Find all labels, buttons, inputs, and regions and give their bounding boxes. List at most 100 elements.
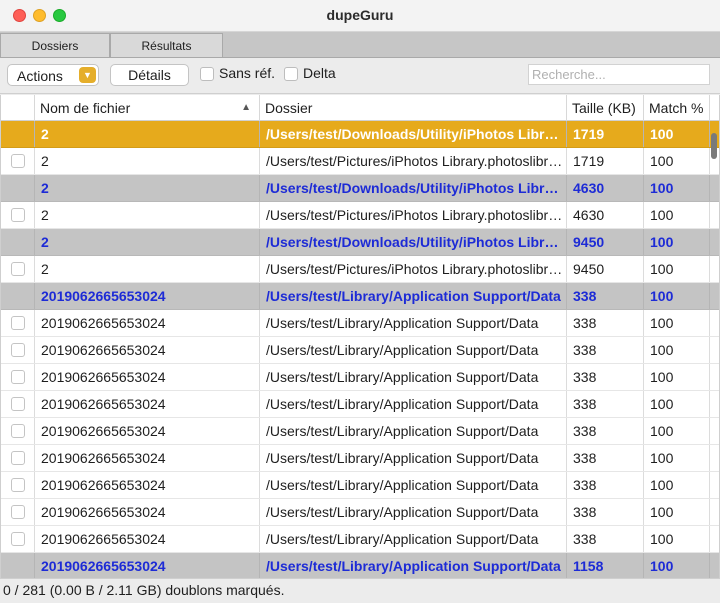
- table-row[interactable]: 2/Users/test/Pictures/iPhotos Library.ph…: [1, 202, 719, 229]
- row-checkbox-cell: [1, 445, 35, 471]
- row-checkbox[interactable]: [11, 424, 25, 438]
- table-header: Nom de fichier ▲ Dossier Taille (KB) Mat…: [1, 95, 719, 121]
- table-row[interactable]: 2/Users/test/Pictures/iPhotos Library.ph…: [1, 256, 719, 283]
- folder-cell: /Users/test/Library/Application Support/…: [260, 553, 567, 578]
- tab-dossiers[interactable]: Dossiers: [0, 33, 110, 57]
- row-checkbox[interactable]: [11, 262, 25, 276]
- row-checkbox-cell: [1, 256, 35, 282]
- details-button[interactable]: Détails: [110, 64, 189, 86]
- table-row[interactable]: 2/Users/test/Downloads/Utility/iPhotos L…: [1, 175, 719, 202]
- table-row[interactable]: 2019062665653024/Users/test/Library/Appl…: [1, 445, 719, 472]
- size-cell: 338: [567, 337, 644, 363]
- row-checkbox-cell: [1, 202, 35, 228]
- table-row[interactable]: 2/Users/test/Pictures/iPhotos Library.ph…: [1, 148, 719, 175]
- column-header-size[interactable]: Taille (KB): [567, 95, 644, 121]
- file-name-cell: 2019062665653024: [35, 418, 260, 444]
- file-name-cell: 2019062665653024: [35, 283, 260, 309]
- table-row[interactable]: 2019062665653024/Users/test/Library/Appl…: [1, 337, 719, 364]
- match-cell: 100: [644, 121, 710, 147]
- search-input[interactable]: [528, 64, 710, 85]
- match-cell: 100: [644, 526, 710, 552]
- match-cell: 100: [644, 202, 710, 228]
- file-name-cell: 2019062665653024: [35, 310, 260, 336]
- row-checkbox-cell: [1, 121, 35, 147]
- table-row[interactable]: 2019062665653024/Users/test/Library/Appl…: [1, 283, 719, 310]
- size-cell: 9450: [567, 256, 644, 282]
- row-checkbox[interactable]: [11, 532, 25, 546]
- match-cell: 100: [644, 391, 710, 417]
- size-cell: 338: [567, 391, 644, 417]
- folder-cell: /Users/test/Downloads/Utility/iPhotos Li…: [260, 229, 567, 255]
- row-checkbox[interactable]: [11, 505, 25, 519]
- size-cell: 1158: [567, 553, 644, 578]
- file-name-cell: 2019062665653024: [35, 499, 260, 525]
- match-cell: 100: [644, 553, 710, 578]
- table-row[interactable]: 2019062665653024/Users/test/Library/Appl…: [1, 391, 719, 418]
- row-checkbox-cell: [1, 310, 35, 336]
- size-cell: 338: [567, 472, 644, 498]
- size-cell: 338: [567, 499, 644, 525]
- file-name-cell: 2: [35, 121, 260, 147]
- file-name-cell: 2019062665653024: [35, 337, 260, 363]
- table-row[interactable]: 2019062665653024/Users/test/Library/Appl…: [1, 526, 719, 553]
- row-checkbox[interactable]: [11, 451, 25, 465]
- sort-ascending-icon: ▲: [241, 102, 251, 113]
- scrollbar-thumb[interactable]: [711, 133, 717, 159]
- column-header-folder[interactable]: Dossier: [260, 95, 567, 121]
- row-checkbox[interactable]: [11, 397, 25, 411]
- row-checkbox[interactable]: [11, 208, 25, 222]
- folder-cell: /Users/test/Library/Application Support/…: [260, 418, 567, 444]
- size-cell: 338: [567, 364, 644, 390]
- table-row[interactable]: 2/Users/test/Downloads/Utility/iPhotos L…: [1, 121, 719, 148]
- size-cell: 1719: [567, 121, 644, 147]
- table-row[interactable]: 2019062665653024/Users/test/Library/Appl…: [1, 418, 719, 445]
- sans-ref-checkbox[interactable]: Sans réf.: [200, 65, 280, 84]
- table-row[interactable]: 2019062665653024/Users/test/Library/Appl…: [1, 472, 719, 499]
- actions-label: Actions: [17, 68, 63, 84]
- file-name-cell: 2019062665653024: [35, 445, 260, 471]
- size-cell: 338: [567, 283, 644, 309]
- row-checkbox[interactable]: [11, 316, 25, 330]
- table-row[interactable]: 2019062665653024/Users/test/Library/Appl…: [1, 310, 719, 337]
- match-cell: 100: [644, 364, 710, 390]
- file-name-cell: 2019062665653024: [35, 553, 260, 578]
- row-checkbox-cell: [1, 175, 35, 201]
- row-checkbox-cell: [1, 364, 35, 390]
- row-checkbox-cell: [1, 418, 35, 444]
- table-row[interactable]: 2019062665653024/Users/test/Library/Appl…: [1, 553, 719, 578]
- match-cell: 100: [644, 283, 710, 309]
- delta-label: Delta: [303, 65, 336, 81]
- folder-cell: /Users/test/Library/Application Support/…: [260, 391, 567, 417]
- file-name-cell: 2: [35, 148, 260, 174]
- match-cell: 100: [644, 229, 710, 255]
- row-checkbox[interactable]: [11, 343, 25, 357]
- table-row[interactable]: 2/Users/test/Downloads/Utility/iPhotos L…: [1, 229, 719, 256]
- row-checkbox[interactable]: [11, 154, 25, 168]
- size-cell: 4630: [567, 175, 644, 201]
- table-row[interactable]: 2019062665653024/Users/test/Library/Appl…: [1, 364, 719, 391]
- folder-cell: /Users/test/Pictures/iPhotos Library.pho…: [260, 148, 567, 174]
- tab-resultats[interactable]: Résultats: [110, 33, 223, 57]
- match-cell: 100: [644, 310, 710, 336]
- match-cell: 100: [644, 175, 710, 201]
- row-checkbox-cell: [1, 283, 35, 309]
- window-title: dupeGuru: [326, 7, 394, 23]
- file-name-cell: 2019062665653024: [35, 472, 260, 498]
- size-cell: 4630: [567, 202, 644, 228]
- row-checkbox[interactable]: [11, 370, 25, 384]
- folder-cell: /Users/test/Library/Application Support/…: [260, 310, 567, 336]
- size-cell: 338: [567, 310, 644, 336]
- folder-cell: /Users/test/Library/Application Support/…: [260, 283, 567, 309]
- delta-checkbox[interactable]: Delta: [284, 65, 344, 84]
- column-header-match[interactable]: Match %: [644, 95, 710, 121]
- actions-popup-button[interactable]: Actions ▼: [7, 64, 99, 86]
- table-row[interactable]: 2019062665653024/Users/test/Library/Appl…: [1, 499, 719, 526]
- delta-checkbox-box[interactable]: [284, 67, 298, 81]
- vertical-scrollbar[interactable]: [707, 121, 719, 578]
- sans-ref-checkbox-box[interactable]: [200, 67, 214, 81]
- column-header-name[interactable]: Nom de fichier ▲: [35, 95, 260, 121]
- match-cell: 100: [644, 445, 710, 471]
- row-checkbox[interactable]: [11, 478, 25, 492]
- column-header-checkbox[interactable]: [1, 95, 35, 121]
- column-header-name-label: Nom de fichier: [40, 100, 131, 116]
